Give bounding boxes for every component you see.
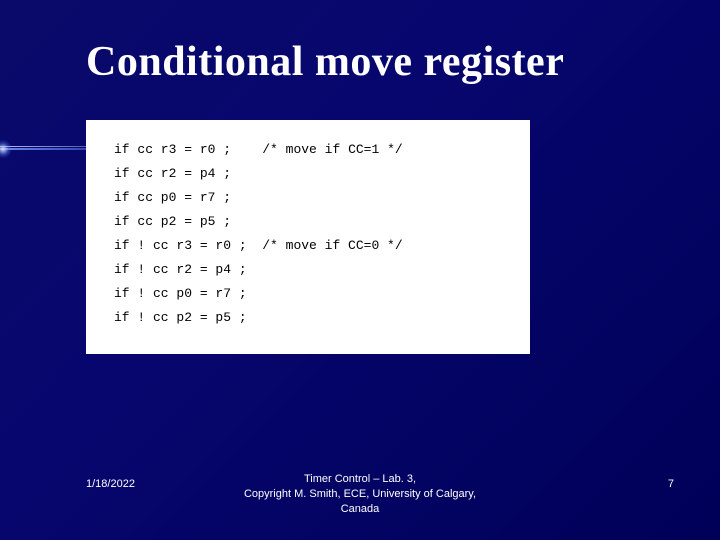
code-stmt: if ! cc p0 = r7 ; <box>114 286 247 301</box>
code-line: if ! cc p2 = p5 ; <box>114 306 520 330</box>
code-line: if ! cc r2 = p4 ; <box>114 258 520 282</box>
code-stmt: if cc r3 = r0 ; <box>114 142 231 157</box>
code-block: if cc r3 = r0 ; /* move if CC=1 */if cc … <box>86 120 530 354</box>
footer-line1: Timer Control – Lab. 3, <box>304 473 416 485</box>
slide: Conditional move register if cc r3 = r0 … <box>0 0 720 540</box>
footer-date: 1/18/2022 <box>86 478 135 490</box>
code-line: if ! cc r3 = r0 ; /* move if CC=0 */ <box>114 234 520 258</box>
code-stmt: if ! cc r2 = p4 ; <box>114 262 247 277</box>
code-stmt: if cc p0 = r7 ; <box>114 190 231 205</box>
code-stmt: if cc r2 = p4 ; <box>114 166 231 181</box>
code-stmt: if ! cc r3 = r0 ; <box>114 238 247 253</box>
footer: 1/18/2022 Timer Control – Lab. 3, Copyri… <box>0 466 720 526</box>
code-stmt: if cc p2 = p5 ; <box>114 214 231 229</box>
footer-center: Timer Control – Lab. 3, Copyright M. Smi… <box>244 472 476 517</box>
code-line: if ! cc p0 = r7 ; <box>114 282 520 306</box>
code-line: if cc p2 = p5 ; <box>114 210 520 234</box>
footer-line3: Canada <box>341 503 380 515</box>
page-title: Conditional move register <box>86 38 564 86</box>
code-line: if cc p0 = r7 ; <box>114 186 520 210</box>
code-line: if cc r2 = p4 ; <box>114 162 520 186</box>
code-comment: /* move if CC=0 */ <box>262 238 402 253</box>
code-line: if cc r3 = r0 ; /* move if CC=1 */ <box>114 138 520 162</box>
code-stmt: if ! cc p2 = p5 ; <box>114 310 247 325</box>
code-comment: /* move if CC=1 */ <box>262 142 402 157</box>
page-number: 7 <box>668 478 674 490</box>
footer-line2: Copyright M. Smith, ECE, University of C… <box>244 488 476 500</box>
